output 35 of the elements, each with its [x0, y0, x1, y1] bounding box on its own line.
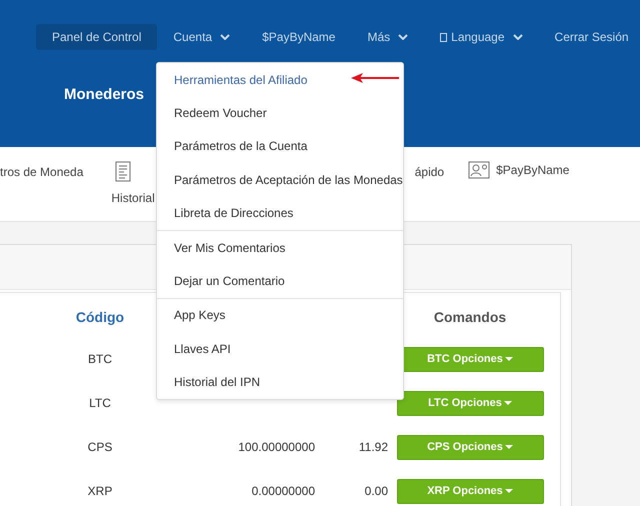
toolbar-link[interactable]: $PayByName	[496, 163, 570, 177]
column-header: Comandos	[432, 308, 508, 327]
nav-link[interactable]: Cuenta	[157, 24, 246, 50]
caret-icon	[504, 357, 513, 361]
table-cell: 100.00000000	[238, 440, 315, 454]
table-cell: 11.92	[358, 440, 388, 454]
toolbar-link[interactable]: Historial	[111, 191, 155, 205]
menu-item[interactable]: Parámetros de la Cuenta	[157, 130, 403, 164]
caret-icon	[504, 401, 512, 405]
nav-link[interactable]: $PayByName	[246, 24, 352, 50]
document-icon	[113, 161, 134, 183]
menu-item[interactable]: Redeem Voucher	[157, 96, 403, 130]
table-cell: LTC	[89, 396, 111, 410]
nav-link[interactable]: Language	[424, 24, 539, 50]
table-cell: CPS	[88, 440, 112, 454]
menu-item[interactable]: Parámetros de Aceptación de las Monedas	[157, 163, 403, 197]
caret-icon	[504, 445, 513, 449]
menu-item[interactable]: Libreta de Direcciones	[157, 196, 403, 230]
table-cell: 0.00000000	[252, 484, 315, 498]
nav-link[interactable]: Más	[351, 24, 424, 50]
menu-item[interactable]: Dejar un Comentario	[157, 264, 403, 298]
menu-item[interactable]: App Keys	[157, 298, 403, 332]
nav-link[interactable]: Panel de Control	[36, 24, 158, 50]
contact-card-icon	[468, 161, 490, 179]
menu-item[interactable]: Ver Mis Comentarios	[157, 230, 403, 264]
nav-link[interactable]: Cerrar Sesión	[538, 24, 637, 50]
toolbar-link[interactable]: ápido	[414, 165, 444, 179]
arrow-icon	[351, 73, 399, 83]
toolbar-link[interactable]: tros de Moneda	[0, 165, 84, 179]
menu-item[interactable]: Herramientas del Afiliado	[157, 63, 403, 96]
page-title: Monederos	[64, 86, 146, 103]
table-cell: XRP	[88, 484, 112, 498]
table-cell: 0.00	[364, 484, 388, 498]
table-cell: BTC	[88, 352, 112, 366]
caret-icon	[504, 489, 513, 493]
